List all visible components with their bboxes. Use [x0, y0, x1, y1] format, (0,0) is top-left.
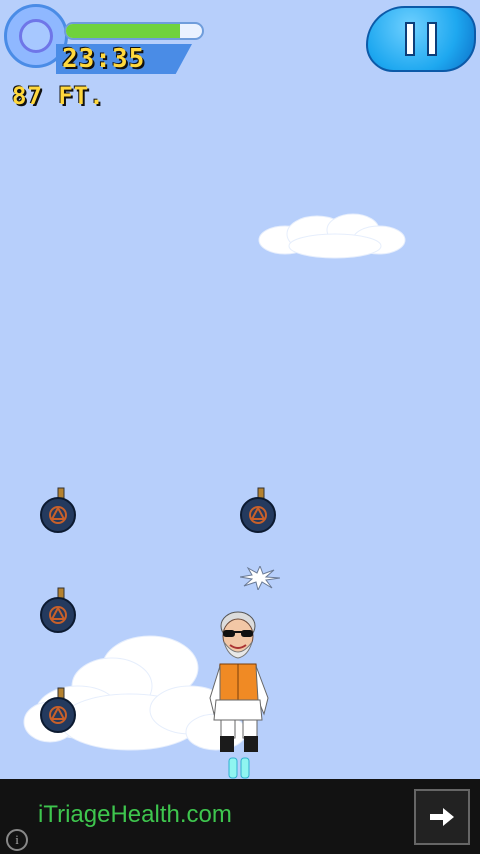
bomb-icon	[40, 587, 76, 633]
bomb-icon	[40, 687, 76, 733]
health-bar	[64, 22, 204, 40]
player-character[interactable]	[202, 608, 278, 782]
bomb-icon	[40, 487, 76, 533]
avatar-ring-icon	[19, 19, 53, 53]
sparkle-icon	[240, 566, 280, 590]
bomb-icon	[240, 487, 276, 533]
ad-open-button[interactable]	[414, 789, 470, 845]
info-icon[interactable]: i	[6, 829, 28, 851]
timer-text: 23:35	[62, 44, 146, 74]
ad-banner[interactable]: iTriageHealth.com i	[0, 779, 480, 854]
cloud-small	[258, 213, 406, 259]
health-bar-fill	[66, 24, 181, 38]
ad-text[interactable]: iTriageHealth.com	[38, 801, 232, 829]
pause-icon	[405, 22, 437, 56]
arrow-right-icon	[430, 808, 454, 826]
distance-text: 87 FT.	[12, 82, 105, 110]
pause-button[interactable]	[366, 6, 476, 72]
